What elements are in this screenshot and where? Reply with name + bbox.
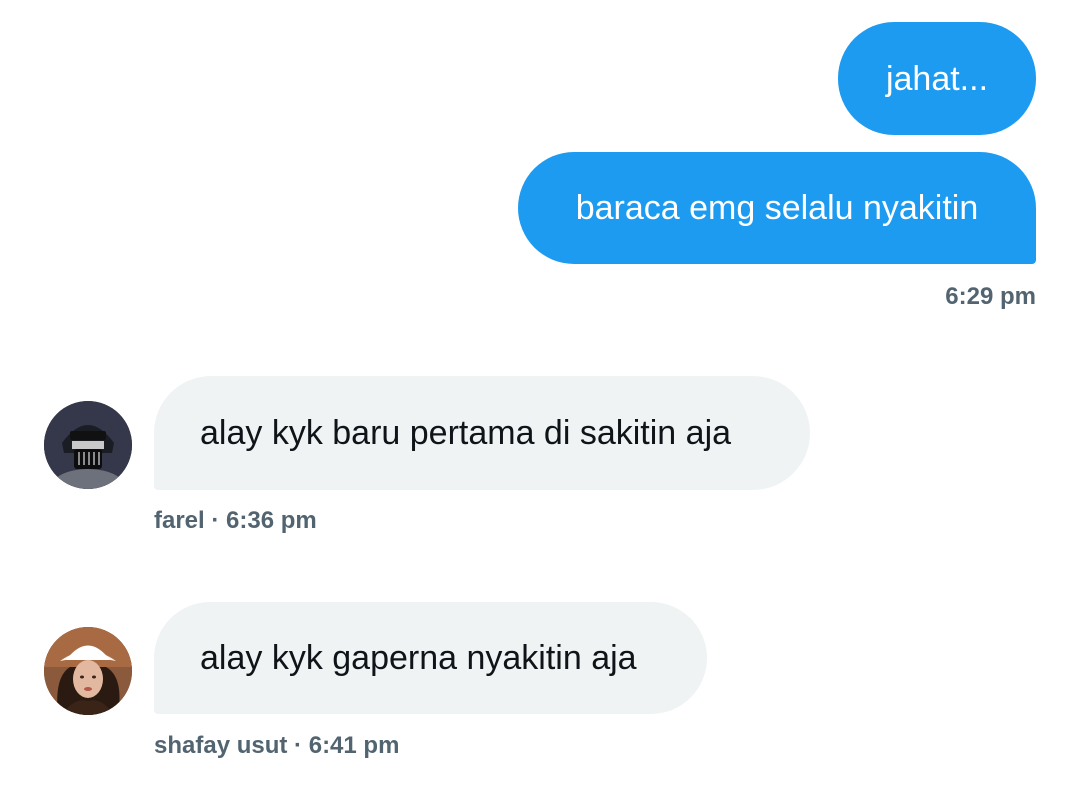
message-meta: shafay usut · 6:41 pm xyxy=(154,734,399,758)
message-timestamp: 6:36 pm xyxy=(226,507,317,534)
incoming-message-bubble[interactable]: alay kyk baru pertama di sakitin aja xyxy=(154,376,810,490)
avatar[interactable] xyxy=(44,401,132,489)
message-timestamp: 6:41 pm xyxy=(308,732,400,759)
message-meta: farel · 6:36 pm xyxy=(154,509,317,533)
meta-separator: · xyxy=(294,732,303,759)
outgoing-message-bubble[interactable]: jahat... xyxy=(838,22,1036,135)
message-timestamp: 6:29 pm xyxy=(945,283,1036,310)
meta-separator: · xyxy=(211,507,220,534)
message-text: alay kyk gaperna nyakitin aja xyxy=(200,639,637,677)
incoming-message-bubble[interactable]: alay kyk gaperna nyakitin aja xyxy=(154,602,707,714)
avatar[interactable] xyxy=(44,627,132,715)
woman-hat-avatar-icon xyxy=(44,627,132,715)
sender-name[interactable]: shafay usut xyxy=(154,732,287,759)
message-text: alay kyk baru pertama di sakitin aja xyxy=(200,414,732,452)
sender-name[interactable]: farel xyxy=(154,507,205,534)
message-text: jahat... xyxy=(885,59,989,98)
message-text: baraca emg selalu nyakitin xyxy=(575,189,979,227)
helmet-mask-avatar-icon xyxy=(44,401,132,489)
outgoing-message-bubble[interactable]: baraca emg selalu nyakitin xyxy=(518,152,1036,264)
